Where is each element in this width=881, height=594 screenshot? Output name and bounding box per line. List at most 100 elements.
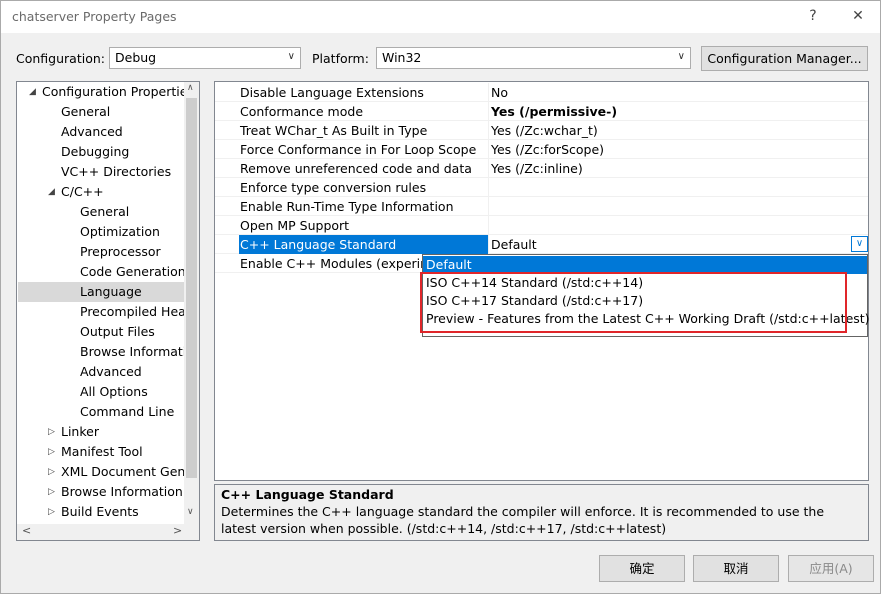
chevron-down-icon: ∨ [677,51,685,62]
tree-item[interactable]: Command Line [18,402,184,422]
tree-item[interactable]: General [18,102,184,122]
tree-horizontal-scrollbar[interactable]: < > [17,524,199,540]
tree-item[interactable]: VC++ Directories [18,162,184,182]
property-name: Force Conformance in For Loop Scope [240,142,477,157]
help-button[interactable]: ? [798,5,828,27]
tree-item[interactable]: All Options [18,382,184,402]
ok-button[interactable]: 确定 [599,555,685,582]
property-name: C++ Language Standard [239,235,488,254]
tree-item[interactable]: ▷ Build Events [18,502,184,522]
property-value: No [491,85,508,100]
description-text: Determines the C++ language standard the… [221,504,825,536]
property-row[interactable]: Treat WChar_t As Built in Type Yes (/Zc:w… [215,121,868,140]
tree-item-label: Configuration Properties [42,84,194,99]
tree-item[interactable]: Code Generation [18,262,186,282]
tree-item-label: Browse Information [61,484,183,499]
tree-item[interactable]: ▷ Browse Information [18,482,184,502]
expand-arrow-icon[interactable]: ▷ [48,482,55,502]
tree-item[interactable]: Preprocessor [18,242,184,262]
property-row[interactable]: C++ Language Standard Default ∨ [215,235,868,254]
tree-item[interactable]: Advanced [18,362,184,382]
property-value[interactable]: Default [491,235,851,254]
property-name: Conformance mode [240,104,364,119]
scroll-thumb[interactable] [186,98,197,478]
property-row[interactable]: Open MP Support [215,216,868,235]
scroll-down-icon[interactable]: ∨ [187,507,194,517]
tree-item-label: All Options [80,384,148,399]
tree-item-label: Debugging [61,144,130,159]
column-divider [488,235,489,253]
tree-item[interactable]: Language [18,282,184,302]
collapse-arrow-icon[interactable]: ◢ [48,182,55,202]
tree-item-label: Advanced [61,124,123,139]
tree-item[interactable]: Output Files [18,322,184,342]
window-title: chatserver Property Pages [12,9,177,24]
tree-item[interactable]: ◢ Configuration Properties [18,82,194,102]
property-row[interactable]: Disable Language Extensions No [215,83,868,102]
configuration-manager-button[interactable]: Configuration Manager... [701,46,868,71]
tree-item-label: Linker [61,424,99,439]
tree-item[interactable]: Browse Informatio [18,342,194,362]
property-name: Open MP Support [240,218,350,233]
property-row[interactable]: Enforce type conversion rules [215,178,868,197]
tree-item[interactable]: Optimization [18,222,184,242]
dropdown-option[interactable]: Default [423,256,867,274]
column-divider [488,216,489,234]
expand-arrow-icon[interactable]: ▷ [48,422,55,442]
property-row[interactable]: Enable Run-Time Type Information [215,197,868,216]
tree-item-label: VC++ Directories [61,164,172,179]
tree-item-label: Manifest Tool [61,444,143,459]
tree-item-label: Optimization [80,224,160,239]
tree-item-label: XML Document Gene [61,464,194,479]
property-name: Treat WChar_t As Built in Type [240,123,428,138]
scroll-right-icon[interactable]: > [173,524,182,537]
property-value: Yes (/Zc:inline) [491,161,583,176]
property-value [491,216,851,235]
category-tree[interactable]: ◢ Configuration Properties General Advanced… [16,81,200,541]
cancel-button[interactable]: 取消 [693,555,779,582]
column-divider [488,102,489,120]
tree-item[interactable]: ◢ C/C++ [18,182,184,202]
property-row[interactable]: Force Conformance in For Loop Scope Yes (… [215,140,868,159]
property-row[interactable]: Conformance mode Yes (/permissive-) [215,102,868,121]
scroll-up-icon[interactable]: ∧ [187,83,194,93]
tree-item[interactable]: ▷ Linker [18,422,184,442]
configuration-select[interactable]: Debug ∨ [109,47,301,69]
tree-item-label: General [80,204,130,219]
chevron-down-icon[interactable]: ∨ [851,236,868,252]
property-name: Enforce type conversion rules [240,180,427,195]
property-value: Yes (/Zc:forScope) [491,142,605,157]
tree-item-label: Language [80,284,142,299]
tree-item[interactable]: ▷ XML Document Gene [18,462,193,482]
scroll-left-icon[interactable]: < [22,524,31,537]
tree-item-label: Advanced [80,364,142,379]
apply-button[interactable]: 应用(A) [788,555,874,582]
platform-select[interactable]: Win32 ∨ [376,47,691,69]
dropdown-option[interactable]: ISO C++14 Standard (/std:c++14) [423,274,867,292]
property-pages-dialog: chatserver Property Pages ? ✕ Configurat… [0,0,881,594]
close-button[interactable]: ✕ [843,5,873,27]
column-divider [488,197,489,215]
dropdown-option[interactable]: Preview - Features from the Latest C++ W… [423,310,870,328]
expand-arrow-icon[interactable]: ▷ [48,442,55,462]
tree-item-label: Build Events [61,504,139,519]
expand-arrow-icon[interactable]: ▷ [48,502,55,522]
expand-arrow-icon[interactable]: ▷ [48,462,55,482]
dropdown-option[interactable]: ISO C++17 Standard (/std:c++17) [423,292,867,310]
tree-item[interactable]: Advanced [18,122,184,142]
chevron-down-icon: ∨ [287,51,295,62]
tree-item[interactable]: ▷ Manifest Tool [18,442,184,462]
tree-item-label: Precompiled Heade [80,304,200,319]
tree-item-label: Preprocessor [80,244,161,259]
column-divider [488,159,489,177]
language-standard-dropdown-list[interactable]: Default ISO C++14 Standard (/std:c++14) IS… [422,254,870,337]
property-value [491,178,851,197]
tree-vertical-scrollbar[interactable]: ∧ ∨ [184,82,199,525]
tree-item-label: Command Line [80,404,175,419]
tree-item[interactable]: General [18,202,184,222]
property-name: Disable Language Extensions [240,85,424,100]
property-row[interactable]: Remove unreferenced code and data Yes (/Z… [215,159,868,178]
collapse-arrow-icon[interactable]: ◢ [29,82,36,102]
tree-item[interactable]: Debugging [18,142,184,162]
tree-item[interactable]: Precompiled Heade [18,302,199,322]
